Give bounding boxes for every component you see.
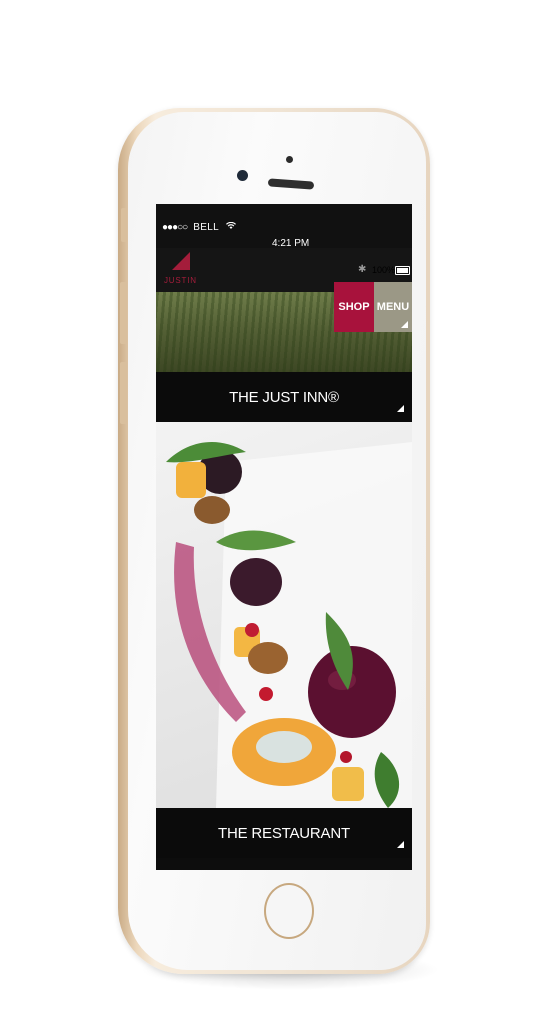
front-camera bbox=[237, 170, 248, 181]
device-mockup: ●●●○○ BELL 4:21 PM JUSTIN ✱ 100% SHOP ME… bbox=[0, 0, 553, 1033]
wifi-icon bbox=[225, 221, 236, 233]
section-label: THE JUST INN® bbox=[229, 388, 339, 406]
shop-label: SHOP bbox=[338, 301, 370, 313]
battery-icon bbox=[395, 266, 410, 275]
section-label: THE RESTAURANT bbox=[218, 824, 350, 842]
menu-button[interactable]: MENU bbox=[374, 282, 412, 332]
sensor-dot bbox=[286, 156, 293, 163]
plated-dish-image bbox=[166, 441, 412, 808]
food-photo bbox=[156, 422, 412, 808]
bluetooth-icon: ✱ bbox=[358, 264, 367, 275]
volume-down-button bbox=[120, 362, 127, 424]
status-bar: ●●●○○ BELL 4:21 PM bbox=[156, 204, 412, 249]
justin-logo-icon[interactable] bbox=[172, 252, 190, 270]
corner-arrow-icon bbox=[401, 321, 408, 328]
logo-text: JUSTIN bbox=[164, 276, 197, 285]
section-restaurant[interactable]: THE RESTAURANT bbox=[156, 808, 412, 858]
phone-screen: ●●●○○ BELL 4:21 PM JUSTIN ✱ 100% SHOP ME… bbox=[156, 204, 412, 870]
battery-percent: 100% bbox=[372, 265, 396, 275]
carrier: ●●●○○ BELL bbox=[162, 221, 236, 233]
menu-label: MENU bbox=[376, 301, 410, 313]
volume-up-button bbox=[120, 282, 127, 344]
signal-icon: ●●●○○ bbox=[162, 222, 188, 233]
shop-button[interactable]: SHOP bbox=[334, 282, 374, 332]
home-button[interactable] bbox=[264, 883, 314, 939]
mute-switch bbox=[121, 208, 127, 242]
section-just-inn[interactable]: THE JUST INN® bbox=[156, 372, 412, 422]
corner-arrow-icon bbox=[397, 841, 404, 848]
corner-arrow-icon bbox=[397, 405, 404, 412]
